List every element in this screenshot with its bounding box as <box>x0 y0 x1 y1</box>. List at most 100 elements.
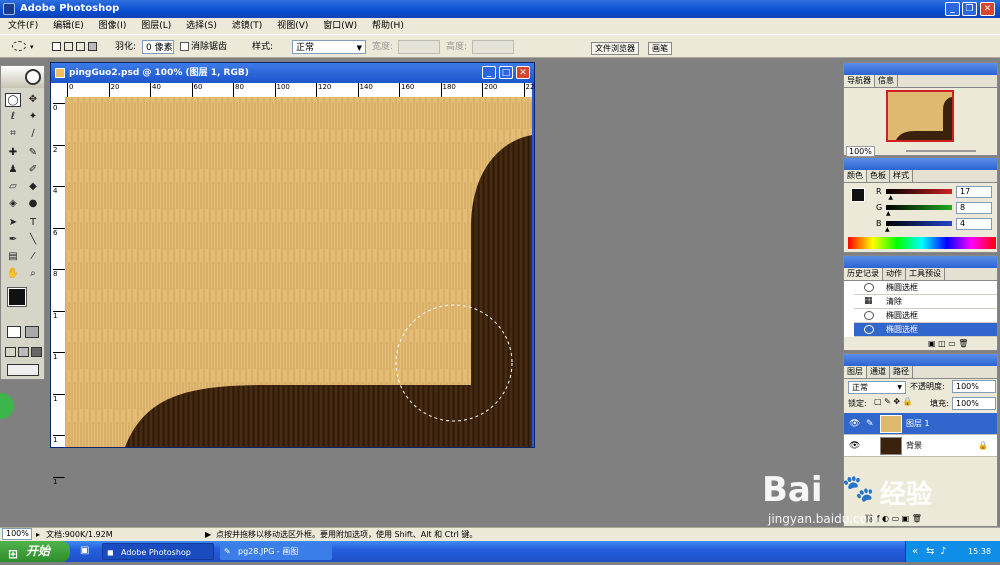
tab-info[interactable]: 信息 <box>875 75 898 87</box>
eye-logo-icon[interactable] <box>25 69 41 85</box>
task-paint[interactable]: ✎ pg28.JPG - 画图 <box>220 543 332 560</box>
elliptical-marquee-icon[interactable] <box>12 41 26 51</box>
standard-mode-icon[interactable] <box>7 326 21 338</box>
channel-slider-track[interactable] <box>886 189 952 194</box>
feather-input[interactable]: 0 像素 <box>142 40 174 54</box>
start-button[interactable]: ⊞ 开始 <box>0 541 70 562</box>
layer-row-background[interactable]: 👁 背景 🔒 <box>844 435 997 457</box>
menu-edit[interactable]: 编辑(E) <box>53 21 84 31</box>
healing-brush-icon[interactable]: ✚ <box>5 146 21 160</box>
tab-styles[interactable]: 样式 <box>890 170 913 182</box>
navigator-zoom[interactable]: 100% <box>846 146 875 157</box>
tab-brushes[interactable]: 画笔 <box>648 42 672 55</box>
channel-value-input[interactable]: 17 <box>956 186 992 198</box>
navigator-thumbnail[interactable] <box>886 90 954 142</box>
menu-file[interactable]: 文件(F) <box>8 21 38 31</box>
move-tool-icon[interactable]: ✥ <box>25 93 41 107</box>
doc-minimize-icon[interactable]: _ <box>482 66 496 79</box>
intersect-selection-icon[interactable] <box>88 42 97 51</box>
brush-link-icon[interactable]: ✎ <box>866 413 874 435</box>
channel-slider-track[interactable] <box>886 205 952 210</box>
status-zoom[interactable]: 100% <box>2 528 32 540</box>
layer-row-layer1[interactable]: 👁 ✎ 图层 1 <box>844 413 997 435</box>
network-icon[interactable]: ⇆ <box>926 541 934 562</box>
history-footer-icons[interactable]: ▣ ◫ ▭ 🗑 <box>928 339 968 348</box>
tab-navigator[interactable]: 导航器 <box>844 75 875 87</box>
color-spectrum-bar[interactable] <box>848 237 996 249</box>
tab-history[interactable]: 历史记录 <box>844 268 883 280</box>
new-selection-icon[interactable] <box>52 42 61 51</box>
marquee-tool-icon[interactable]: ◯ <box>5 93 21 107</box>
tray-arrow-icon[interactable]: « <box>912 541 918 562</box>
eraser-tool-icon[interactable]: ▱ <box>5 180 21 194</box>
tab-tool-presets[interactable]: 工具预设 <box>906 268 945 280</box>
show-desktop-icon[interactable]: ▣ <box>80 545 94 558</box>
add-selection-icon[interactable] <box>64 42 73 51</box>
tab-actions[interactable]: 动作 <box>883 268 906 280</box>
imageready-jump-icon[interactable] <box>7 364 39 376</box>
tab-swatches[interactable]: 色板 <box>867 170 890 182</box>
menu-view[interactable]: 视图(V) <box>277 21 308 31</box>
eyedropper-icon[interactable]: ⁄ <box>25 250 41 264</box>
tab-layers[interactable]: 图层 <box>844 366 867 378</box>
opacity-input[interactable]: 100% <box>952 380 996 393</box>
doc-close-icon[interactable]: ✕ <box>516 66 530 79</box>
antialias-checkbox[interactable] <box>180 42 189 51</box>
type-tool-icon[interactable]: T <box>25 216 41 230</box>
menu-layer[interactable]: 图层(L) <box>141 21 171 31</box>
menu-filter[interactable]: 滤镜(T) <box>232 21 263 31</box>
pen-tool-icon[interactable]: ✒ <box>5 233 21 247</box>
channel-slider-thumb[interactable]: ▲ <box>888 194 893 201</box>
menu-window[interactable]: 窗口(W) <box>323 21 357 31</box>
bucket-tool-icon[interactable]: ◆ <box>25 180 41 194</box>
screen-mode-2-icon[interactable] <box>18 347 29 357</box>
screen-mode-3-icon[interactable] <box>31 347 42 357</box>
history-brush-icon[interactable]: ✐ <box>25 163 41 177</box>
notes-tool-icon[interactable]: ▤ <box>5 250 21 264</box>
task-photoshop[interactable]: ◼ Adobe Photoshop <box>102 543 214 560</box>
channel-slider-thumb[interactable]: ▲ <box>885 226 890 233</box>
doc-maximize-icon[interactable]: □ <box>499 66 513 79</box>
magic-wand-icon[interactable]: ✦ <box>25 110 41 124</box>
menu-image[interactable]: 图像(I) <box>99 21 127 31</box>
fill-input[interactable]: 100% <box>952 397 996 410</box>
path-select-icon[interactable]: ➤ <box>5 216 21 230</box>
navigator-zoom-slider[interactable] <box>906 150 976 152</box>
minimize-icon[interactable]: _ <box>945 2 960 16</box>
slice-tool-icon[interactable]: ∕ <box>25 127 41 141</box>
tab-file-browser[interactable]: 文件浏览器 <box>591 42 639 55</box>
menu-select[interactable]: 选择(S) <box>186 21 217 31</box>
dodge-tool-icon[interactable]: ● <box>25 197 41 211</box>
style-select[interactable]: 正常 ▼ <box>292 40 366 54</box>
tab-color[interactable]: 颜色 <box>844 170 867 182</box>
close-icon[interactable]: ✕ <box>980 2 995 16</box>
history-item[interactable]: 椭圆选框 <box>854 281 997 295</box>
lock-icons[interactable]: ▢ ✎ ✥ 🔒 <box>874 397 913 406</box>
history-item[interactable]: 椭圆选框 <box>854 309 997 323</box>
quickmask-mode-icon[interactable] <box>25 326 39 338</box>
eye-icon[interactable]: 👁 <box>849 413 860 435</box>
history-item-selected[interactable]: 椭圆选框 <box>854 323 997 337</box>
brush-tool-icon[interactable]: ✎ <box>25 146 41 160</box>
eye-icon[interactable]: 👁 <box>849 435 860 457</box>
width-input[interactable] <box>398 40 440 54</box>
line-tool-icon[interactable]: ╲ <box>25 233 41 247</box>
volume-icon[interactable]: ♪ <box>940 541 946 562</box>
status-doc-size[interactable]: 文档:900K/1.92M <box>46 528 113 541</box>
restore-icon[interactable]: ❐ <box>962 2 977 16</box>
lasso-tool-icon[interactable]: ℓ <box>5 110 21 124</box>
image-canvas[interactable] <box>65 97 532 447</box>
hand-tool-icon[interactable]: ✋ <box>5 267 21 281</box>
stamp-tool-icon[interactable]: ♟ <box>5 163 21 177</box>
channel-value-input[interactable]: 4 <box>956 218 992 230</box>
zoom-tool-icon[interactable]: ⌕ <box>25 267 41 281</box>
tab-paths[interactable]: 路径 <box>890 366 913 378</box>
subtract-selection-icon[interactable] <box>76 42 85 51</box>
blend-mode-select[interactable]: 正常 ▼ <box>848 381 906 394</box>
blur-tool-icon[interactable]: ◈ <box>5 197 21 211</box>
crop-tool-icon[interactable]: ⌗ <box>5 127 21 141</box>
foreground-color-swatch[interactable] <box>7 287 27 307</box>
tool-preset-dropdown-icon[interactable]: ▾ <box>30 40 34 54</box>
history-item[interactable]: ▦ 清除 <box>854 295 997 309</box>
tab-channels[interactable]: 通道 <box>867 366 890 378</box>
